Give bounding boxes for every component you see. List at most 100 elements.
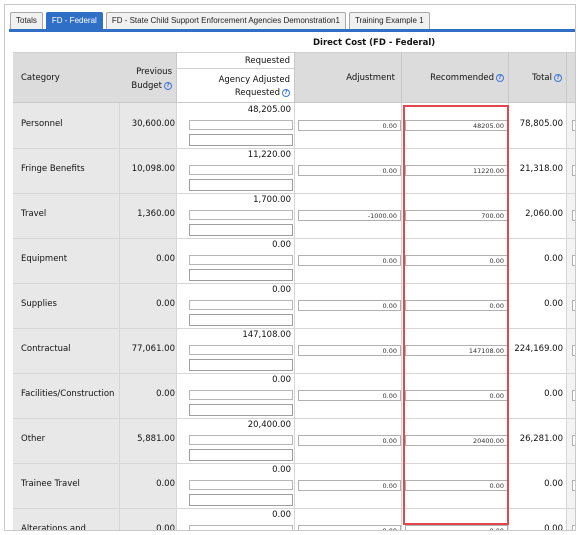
extra-input[interactable]	[572, 390, 575, 401]
extra-input[interactable]	[572, 255, 575, 266]
extra-input[interactable]	[572, 165, 575, 176]
agency-adjusted-input[interactable]	[189, 390, 293, 400]
group-header: Direct Cost (FD - Federal)	[13, 37, 575, 53]
recommended-input[interactable]	[405, 210, 508, 221]
agency-adjusted-requested-input[interactable]	[189, 134, 293, 146]
agency-adjusted-requested-input[interactable]	[189, 314, 293, 326]
table-row: Equipment 0.00 0.00 0.00	[13, 239, 575, 284]
recommended-input[interactable]	[405, 435, 508, 446]
table-row: Fringe Benefits 10,098.00 11,220.00 21,318.…	[13, 149, 575, 194]
extra-input[interactable]	[572, 120, 575, 131]
agency-adjusted-requested-input[interactable]	[189, 449, 293, 461]
adjustment-input[interactable]	[298, 390, 401, 401]
recommended-input[interactable]	[405, 300, 508, 311]
recommended-input[interactable]	[405, 255, 508, 266]
total-value: 0.00	[544, 479, 563, 489]
info-icon[interactable]: ?	[554, 74, 562, 82]
adjustment-input[interactable]	[298, 480, 401, 491]
agency-adjusted-input[interactable]	[189, 525, 293, 530]
table-row: Contractual 77,061.00 147,108.00 224,169.00	[13, 329, 575, 374]
total-value: 2,060.00	[525, 209, 563, 219]
total-value: 224,169.00	[514, 344, 563, 354]
tab-training-example-1[interactable]: Training Example 1	[348, 12, 430, 29]
total-value: 78,805.00	[519, 119, 563, 129]
adjustment-input[interactable]	[298, 120, 401, 131]
table-row: Other 5,881.00 20,400.00 26,281.00	[13, 419, 575, 464]
adjustment-input[interactable]	[298, 255, 401, 266]
recommended-input[interactable]	[405, 345, 508, 356]
recommended-input[interactable]	[405, 390, 508, 401]
requested-value: 0.00	[272, 465, 291, 475]
recommended-input[interactable]	[405, 165, 508, 176]
previous-budget-value: 1,360.00	[137, 209, 175, 219]
agency-adjusted-input[interactable]	[189, 480, 293, 490]
extra-header	[567, 53, 575, 103]
recommended-input[interactable]	[405, 480, 508, 491]
requested-header-label: Requested	[244, 56, 290, 66]
agency-adjusted-input[interactable]	[189, 165, 293, 175]
category-label: Other	[21, 434, 46, 444]
agency-adjusted-requested-input[interactable]	[189, 359, 293, 371]
agency-adjusted-input[interactable]	[189, 435, 293, 445]
budget-grid: Direct Cost (FD - Federal) Category Prev…	[13, 37, 575, 531]
previous-header-label: Previous	[136, 67, 172, 77]
adjustment-input[interactable]	[298, 300, 401, 311]
info-icon[interactable]: ?	[496, 74, 504, 82]
category-label: Contractual	[21, 344, 71, 354]
agency-adjusted-requested-input[interactable]	[189, 494, 293, 506]
category-label: Fringe Benefits	[21, 164, 85, 174]
agency-adjusted-input[interactable]	[189, 255, 293, 265]
extra-input[interactable]	[572, 435, 575, 446]
agency-adjusted-requested-input[interactable]	[189, 224, 293, 236]
agency-adjusted-input[interactable]	[189, 120, 293, 130]
agency-adjusted-input[interactable]	[189, 300, 293, 310]
agency-adjusted-input[interactable]	[189, 210, 293, 220]
info-icon[interactable]: ?	[282, 89, 290, 97]
tab-fd-state-child-support[interactable]: FD - State Child Support Enforcement Age…	[105, 12, 346, 29]
tab-bar: Totals FD - Federal FD - State Child Sup…	[10, 9, 430, 29]
adjustment-input[interactable]	[298, 345, 401, 356]
info-icon[interactable]: ?	[164, 82, 172, 90]
total-value: 0.00	[544, 254, 563, 264]
category-label: Equipment	[21, 254, 68, 264]
total-header-label: Total	[532, 73, 552, 83]
requested-value: 0.00	[272, 285, 291, 295]
total-value: 0.00	[544, 299, 563, 309]
recommended-input[interactable]	[405, 120, 508, 131]
adjustment-input[interactable]	[298, 210, 401, 221]
agency-adjusted-input[interactable]	[189, 345, 293, 355]
adjustment-input[interactable]	[298, 525, 401, 530]
extra-input[interactable]	[572, 300, 575, 311]
tab-totals[interactable]: Totals	[10, 12, 43, 29]
recommended-input[interactable]	[405, 525, 508, 530]
total-header: Total?	[509, 53, 567, 103]
tab-underline	[9, 29, 575, 32]
direct-cost-title: Direct Cost (FD - Federal)	[313, 38, 436, 48]
extra-input[interactable]	[572, 525, 575, 530]
budget-panel: Totals FD - Federal FD - State Child Sup…	[4, 4, 576, 531]
agency-adjusted-requested-input[interactable]	[189, 404, 293, 416]
category-header: Category	[13, 53, 120, 103]
extra-input[interactable]	[572, 210, 575, 221]
tab-fd-federal[interactable]: FD - Federal	[45, 12, 103, 29]
table-row: Alterations and 0.00 0.00 0.00	[13, 509, 575, 531]
requested-value: 48,205.00	[247, 105, 291, 115]
previous-budget-value: 0.00	[156, 479, 175, 489]
extra-input[interactable]	[572, 480, 575, 491]
requested-value: 0.00	[272, 240, 291, 250]
table-row: Travel 1,360.00 1,700.00 2,060.00	[13, 194, 575, 239]
extra-input[interactable]	[572, 345, 575, 356]
requested-value: 11,220.00	[247, 150, 291, 160]
previous-budget-value: 10,098.00	[131, 164, 175, 174]
previous-budget-value: 0.00	[156, 254, 175, 264]
requested-header: Requested Agency Adjusted Requested?	[177, 53, 295, 103]
requested-value: 0.00	[272, 510, 291, 520]
requested-value: 0.00	[272, 375, 291, 385]
adjustment-header: Adjustment	[295, 53, 402, 103]
agency-adjusted-requested-input[interactable]	[189, 269, 293, 281]
adjustment-input[interactable]	[298, 435, 401, 446]
previous-budget-value: 30,600.00	[131, 119, 175, 129]
agency-adjusted-requested-input[interactable]	[189, 179, 293, 191]
adjustment-input[interactable]	[298, 165, 401, 176]
category-label: Alterations and	[21, 524, 86, 531]
